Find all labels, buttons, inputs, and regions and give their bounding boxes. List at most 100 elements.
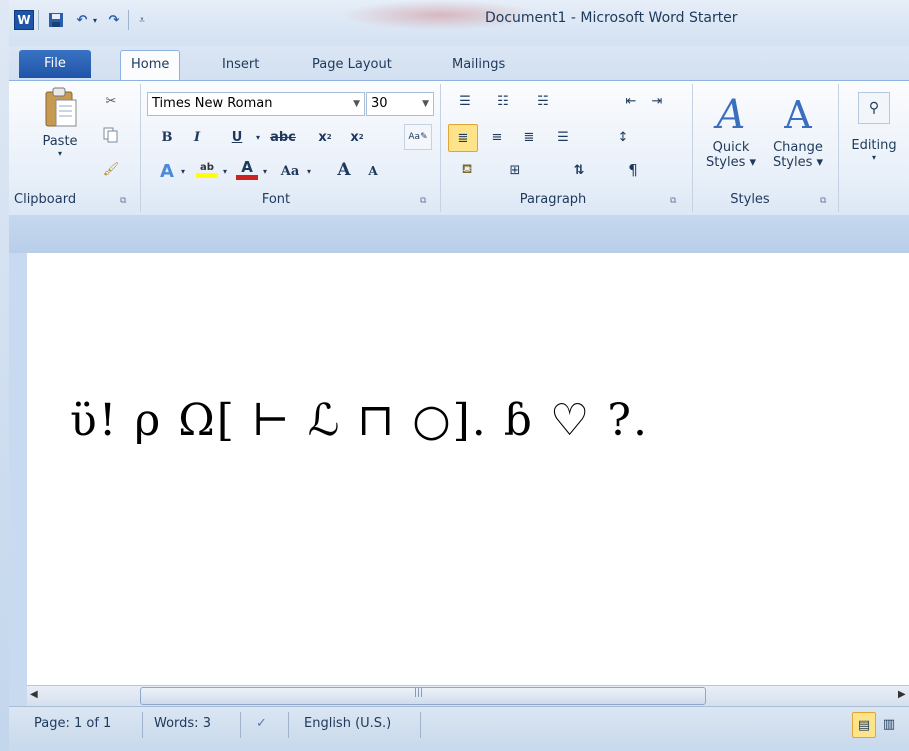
clipboard-group-label: Clipboard — [14, 192, 77, 207]
quick-styles-label-2: Styles ▾ — [705, 155, 757, 170]
scroll-grip-icon: ||| — [414, 688, 424, 698]
quick-styles-icon: A — [716, 92, 746, 138]
paste-label: Paste — [42, 134, 78, 149]
font-size-combo[interactable]: 30 ▼ — [366, 92, 434, 116]
font-color-icon[interactable]: A — [234, 158, 260, 182]
bullets-icon[interactable]: ☰ — [452, 90, 478, 112]
change-case-button[interactable]: Aa — [276, 160, 304, 182]
scroll-right-icon[interactable]: ▶ — [898, 689, 906, 700]
save-icon[interactable] — [46, 10, 66, 30]
align-left-icon[interactable]: ≣ — [448, 124, 478, 152]
tab-home[interactable]: Home — [120, 50, 181, 81]
status-page[interactable]: Page: 1 of 1 — [34, 716, 111, 731]
borders-icon[interactable]: ⊞ — [500, 158, 530, 182]
underline-dropdown-icon[interactable]: ▾ — [252, 126, 264, 148]
window-left-border — [0, 0, 9, 751]
subscript-button[interactable]: x2 — [314, 126, 336, 148]
tab-file[interactable]: File — [19, 50, 91, 78]
paragraph-dialog-launcher-icon[interactable]: ⧉ — [670, 196, 680, 206]
proofing-icon[interactable]: ✓ — [256, 716, 267, 731]
status-language[interactable]: English (U.S.) — [304, 716, 391, 731]
styles-dialog-launcher-icon[interactable]: ⧉ — [820, 196, 830, 206]
customize-qat-icon[interactable]: ⩡ — [132, 10, 152, 30]
paste-dropdown-icon: ▾ — [57, 149, 62, 158]
align-right-icon[interactable]: ≣ — [516, 124, 542, 150]
clipboard-dialog-launcher-icon[interactable]: ⧉ — [120, 196, 130, 206]
align-center-icon[interactable]: ≡ — [484, 124, 510, 150]
cut-icon[interactable]: ✂ — [100, 90, 122, 112]
document-text[interactable]: ϋ! ρ Ω[ ⊢ ℒ ⊓ ○]. ɓ ♡ ?. — [70, 395, 649, 446]
font-size-dropdown-icon: ▼ — [422, 99, 429, 109]
justify-icon[interactable]: ☰ — [550, 124, 576, 150]
status-bar — [9, 706, 909, 747]
decrease-indent-icon[interactable]: ⇤ — [620, 90, 642, 112]
redo-icon[interactable]: ↷ — [104, 10, 124, 30]
superscript-button[interactable]: x2 — [346, 126, 368, 148]
grow-font-button[interactable]: A — [332, 158, 356, 182]
italic-button[interactable]: I — [186, 126, 208, 148]
shrink-font-button[interactable]: A — [362, 160, 384, 182]
numbering-icon[interactable]: ☷ — [490, 90, 516, 112]
font-color-dropdown-icon[interactable]: ▾ — [260, 160, 270, 182]
word-app-icon[interactable]: W — [14, 10, 34, 30]
change-case-dropdown-icon[interactable]: ▾ — [304, 160, 314, 182]
draft-view-icon[interactable]: ▥ — [878, 712, 900, 736]
format-painter-icon[interactable]: 🖌 — [100, 158, 122, 180]
paste-button[interactable]: Paste ▾ — [34, 86, 86, 182]
ruler-strip — [9, 215, 909, 253]
quick-styles-label-1: Quick — [712, 140, 750, 155]
status-separator — [420, 712, 421, 738]
status-words[interactable]: Words: 3 — [154, 716, 211, 731]
group-separator — [440, 84, 441, 212]
font-name-dropdown-icon: ▼ — [353, 99, 360, 109]
window-title: Document1 - Microsoft Word Starter — [485, 10, 738, 26]
font-dialog-launcher-icon[interactable]: ⧉ — [420, 196, 430, 206]
editing-label: Editing — [851, 138, 897, 153]
show-formatting-button[interactable]: ¶ — [622, 158, 644, 182]
editing-button[interactable]: ⚲ Editing ▾ — [842, 90, 906, 186]
scroll-left-icon[interactable]: ◀ — [30, 689, 38, 700]
quick-styles-button[interactable]: A Quick Styles ▾ — [700, 90, 762, 188]
font-name-value: Times New Roman — [152, 96, 273, 111]
increase-indent-icon[interactable]: ⇥ — [646, 90, 668, 112]
clipboard-icon — [45, 87, 77, 127]
multilevel-list-icon[interactable]: ☵ — [528, 90, 558, 112]
document-page[interactable] — [27, 253, 909, 685]
status-separator — [142, 712, 143, 738]
tab-page-layout[interactable]: Page Layout — [302, 52, 402, 78]
change-styles-label-1: Change — [773, 140, 823, 155]
shading-icon[interactable]: ⛾ — [452, 158, 482, 182]
font-size-value: 30 — [371, 96, 388, 111]
qat-separator — [128, 10, 129, 30]
sort-icon[interactable]: ⇅ — [566, 158, 592, 182]
binoculars-icon: ⚲ — [858, 92, 890, 124]
styles-group-label: Styles — [730, 192, 770, 207]
group-separator — [838, 84, 839, 212]
status-separator — [240, 712, 241, 738]
status-separator — [288, 712, 289, 738]
text-effects-icon[interactable]: A — [154, 160, 180, 182]
change-styles-icon: A — [784, 93, 812, 137]
text-effects-dropdown-icon[interactable]: ▾ — [178, 160, 188, 182]
paragraph-group-label: Paragraph — [519, 192, 587, 207]
group-separator — [692, 84, 693, 212]
highlight-dropdown-icon[interactable]: ▾ — [220, 160, 230, 182]
line-spacing-icon[interactable]: ↕ — [610, 124, 636, 150]
tab-mailings[interactable]: Mailings — [442, 52, 515, 78]
font-name-combo[interactable]: Times New Roman ▼ — [147, 92, 365, 116]
tab-insert[interactable]: Insert — [212, 52, 269, 78]
clear-formatting-icon[interactable]: Aa✎ — [404, 124, 432, 150]
underline-button[interactable]: U — [226, 126, 248, 148]
copy-icon[interactable] — [100, 124, 122, 146]
undo-icon[interactable]: ↶ — [72, 10, 92, 30]
print-layout-view-icon[interactable]: ▤ — [852, 712, 876, 738]
change-styles-label-2: Styles ▾ — [772, 155, 824, 170]
undo-dropdown-icon[interactable]: ▾ — [90, 10, 100, 30]
highlight-icon[interactable]: ab — [194, 158, 220, 182]
group-separator — [140, 84, 141, 212]
editing-dropdown-icon: ▾ — [871, 153, 876, 162]
change-styles-button[interactable]: A Change Styles ▾ — [764, 90, 832, 188]
qat-separator — [38, 10, 39, 30]
bold-button[interactable]: B — [156, 126, 178, 148]
strikethrough-button[interactable]: abc — [268, 126, 298, 148]
